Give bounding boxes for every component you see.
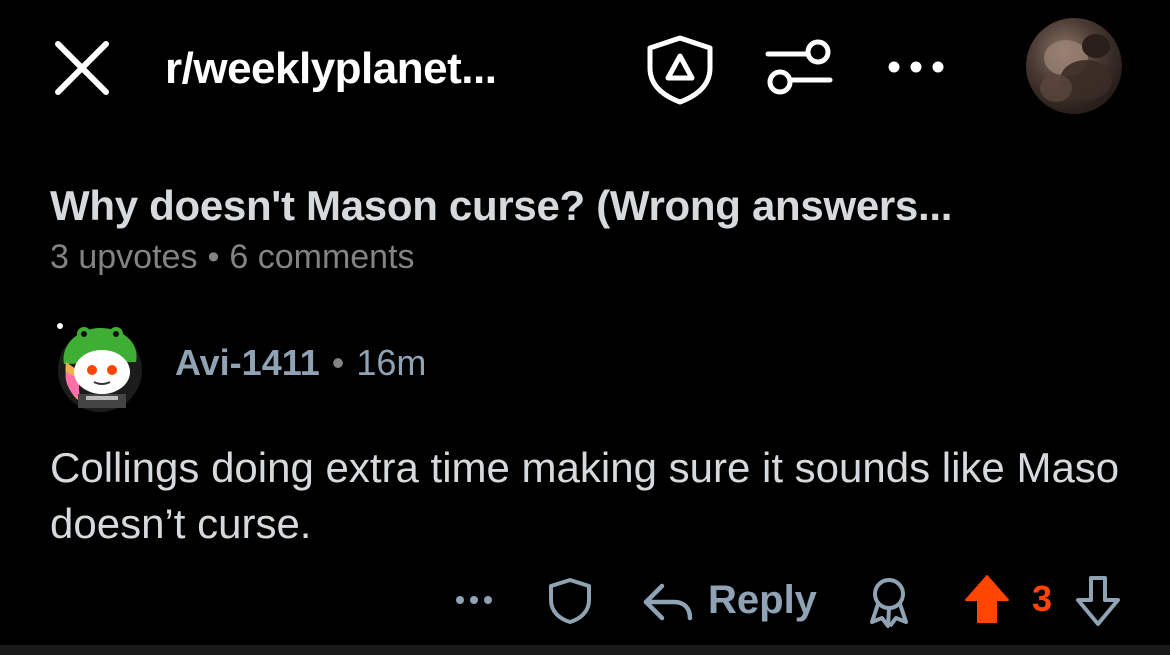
shield-icon <box>549 578 591 624</box>
more-options-button[interactable] <box>884 52 948 82</box>
close-button[interactable] <box>52 38 112 98</box>
downvote-arrow-icon <box>1076 576 1120 626</box>
comment-actions <box>0 570 1170 630</box>
mod-shield-icon <box>647 35 713 105</box>
upvote-count-text: 3 upvotes <box>50 238 198 276</box>
reply-label[interactable]: Reply <box>708 578 817 623</box>
comment-timestamp: 16m <box>356 342 427 383</box>
comment-separator: • <box>331 342 345 383</box>
downvote-button[interactable] <box>1074 574 1122 628</box>
filter-button[interactable] <box>764 38 834 96</box>
post-meta: 3 upvotes • 6 comments <box>50 238 415 277</box>
post-title[interactable]: Why doesn't Mason curse? (Wrong answers.… <box>50 182 952 230</box>
bottom-divider <box>0 645 1170 655</box>
top-bar: r/weeklyplanet... <box>0 0 1170 140</box>
comment-more-button[interactable] <box>452 588 496 612</box>
subreddit-title[interactable]: r/weeklyplanet... <box>165 44 497 94</box>
user-avatar[interactable] <box>1026 18 1122 114</box>
upvote-button[interactable] <box>962 572 1012 628</box>
comment-author[interactable]: Avi-1411 <box>175 342 320 383</box>
reply-button[interactable] <box>640 576 694 626</box>
comment-count-text: 6 comments <box>229 238 415 276</box>
meta-separator: • <box>207 238 220 276</box>
snoo-avatar-icon <box>57 323 142 412</box>
more-icon <box>456 596 492 604</box>
avatar-photo <box>1040 34 1112 102</box>
more-icon <box>888 61 944 73</box>
mod-tools-button[interactable] <box>644 34 716 106</box>
upvote-arrow-icon <box>965 575 1009 623</box>
close-icon <box>55 41 109 95</box>
comment-body: Collings doing extra time making sure it… <box>50 444 1120 547</box>
comment-mod-button[interactable] <box>546 576 594 626</box>
filter-sliders-icon <box>765 39 833 95</box>
comment-header: Avi-1411 • 16m <box>175 342 426 384</box>
comment-vote-count: 3 <box>1032 578 1053 619</box>
commenter-avatar[interactable] <box>50 320 150 412</box>
reply-arrow-icon <box>643 583 693 621</box>
award-icon <box>870 578 908 628</box>
award-button[interactable] <box>864 574 914 628</box>
